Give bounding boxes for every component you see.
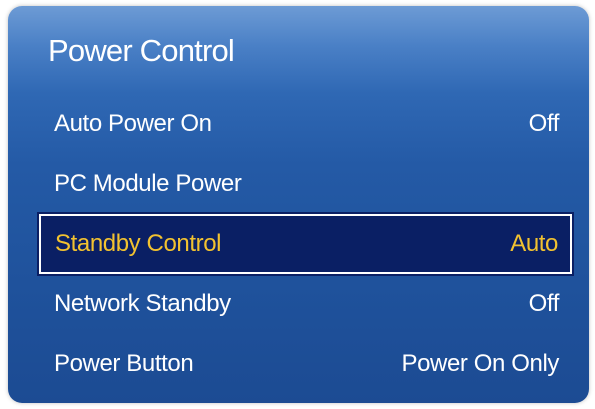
menu-item-value: Auto [510,230,558,257]
power-control-menu-panel: Power Control Auto Power On Off PC Modul… [8,6,589,403]
menu-item-value: Power On Only [401,350,559,377]
menu-item-label: PC Module Power [54,170,242,197]
menu-item-network-standby[interactable]: Network Standby Off [40,274,571,334]
menu-item-label: Power Button [54,350,194,377]
menu-item-label: Standby Control [55,230,222,257]
menu-item-value: Off [528,110,560,137]
menu-list: Auto Power On Off PC Module Power Standb… [37,94,574,394]
menu-item-label: Auto Power On [54,110,212,137]
menu-title: Power Control [48,33,235,68]
menu-item-label: Network Standby [54,290,231,317]
menu-item-standby-control[interactable]: Standby Control Auto [37,212,574,276]
menu-item-auto-power-on[interactable]: Auto Power On Off [40,94,571,154]
menu-item-value: Off [528,290,560,317]
menu-item-power-button[interactable]: Power Button Power On Only [40,334,571,394]
menu-item-pc-module-power[interactable]: PC Module Power [40,154,571,214]
